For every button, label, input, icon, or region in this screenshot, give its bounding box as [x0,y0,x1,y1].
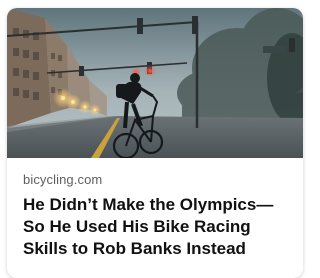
news-card[interactable]: bicycling.com He Didn’t Make the Olympic… [7,8,303,278]
article-thumbnail[interactable] [7,8,303,158]
source-domain[interactable]: bicycling.com [23,172,102,187]
article-headline[interactable]: He Didn’t Make the Olympics—So He Used H… [23,194,295,260]
